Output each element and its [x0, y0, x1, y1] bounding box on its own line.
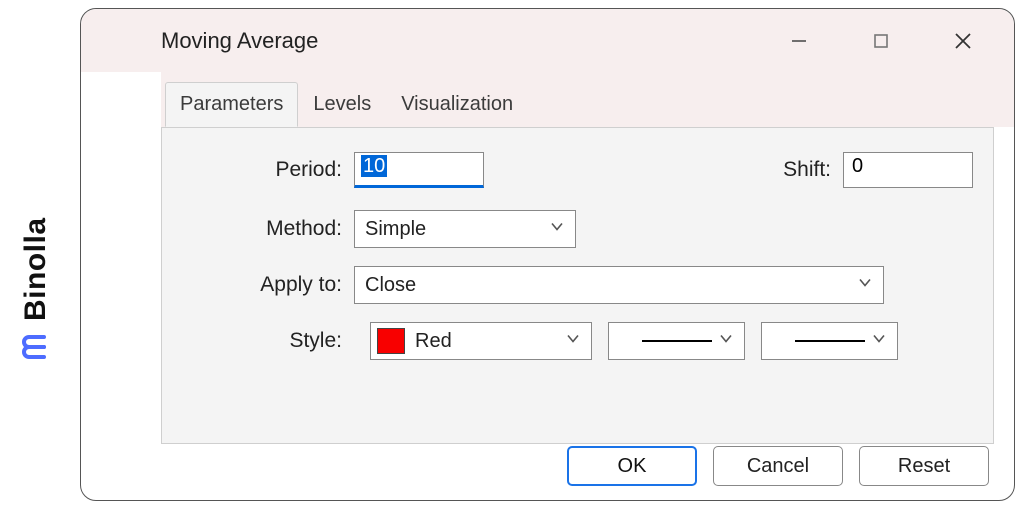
style-label: Style:: [162, 329, 354, 353]
style-linestyle-select[interactable]: [608, 322, 745, 360]
maximize-button[interactable]: [840, 9, 922, 72]
minimize-button[interactable]: [758, 9, 840, 72]
line-sample-icon: [795, 340, 865, 342]
method-label: Method:: [162, 217, 354, 241]
chevron-down-icon: [549, 218, 565, 241]
titlebar: Moving Average: [81, 9, 1014, 72]
cancel-button[interactable]: Cancel: [713, 446, 843, 486]
chevron-down-icon: [857, 274, 873, 297]
ok-button[interactable]: OK: [567, 446, 697, 486]
apply-to-select[interactable]: Close: [354, 266, 884, 304]
chevron-down-icon: [565, 330, 581, 353]
shift-label: Shift:: [783, 158, 831, 182]
style-color-select[interactable]: Red: [370, 322, 592, 360]
dialog-buttons: OK Cancel Reset: [567, 446, 989, 486]
brand-logo: Binolla: [17, 163, 55, 363]
tab-strip: Parameters Levels Visualization: [161, 72, 1014, 127]
close-button[interactable]: [922, 9, 1004, 72]
brand-name: Binolla: [19, 217, 53, 321]
line-sample-icon: [642, 340, 712, 342]
tab-levels[interactable]: Levels: [298, 82, 386, 127]
moving-average-dialog: Moving Average Parameters Le: [80, 8, 1015, 501]
dialog-title: Moving Average: [161, 28, 318, 54]
period-input[interactable]: 10: [354, 152, 484, 188]
method-select[interactable]: Simple: [354, 210, 576, 248]
chevron-down-icon: [718, 330, 734, 353]
tab-parameters[interactable]: Parameters: [165, 82, 298, 127]
color-swatch: [377, 328, 405, 354]
parameters-panel: Period: 10 Shift: 0 Method: Simple: [161, 127, 994, 444]
tab-visualization[interactable]: Visualization: [386, 82, 528, 127]
period-label: Period:: [162, 158, 354, 182]
chevron-down-icon: [871, 330, 887, 353]
reset-button[interactable]: Reset: [859, 446, 989, 486]
apply-to-label: Apply to:: [162, 273, 354, 297]
shift-input[interactable]: 0: [843, 152, 973, 188]
style-linewidth-select[interactable]: [761, 322, 898, 360]
brand-icon: [17, 331, 55, 363]
